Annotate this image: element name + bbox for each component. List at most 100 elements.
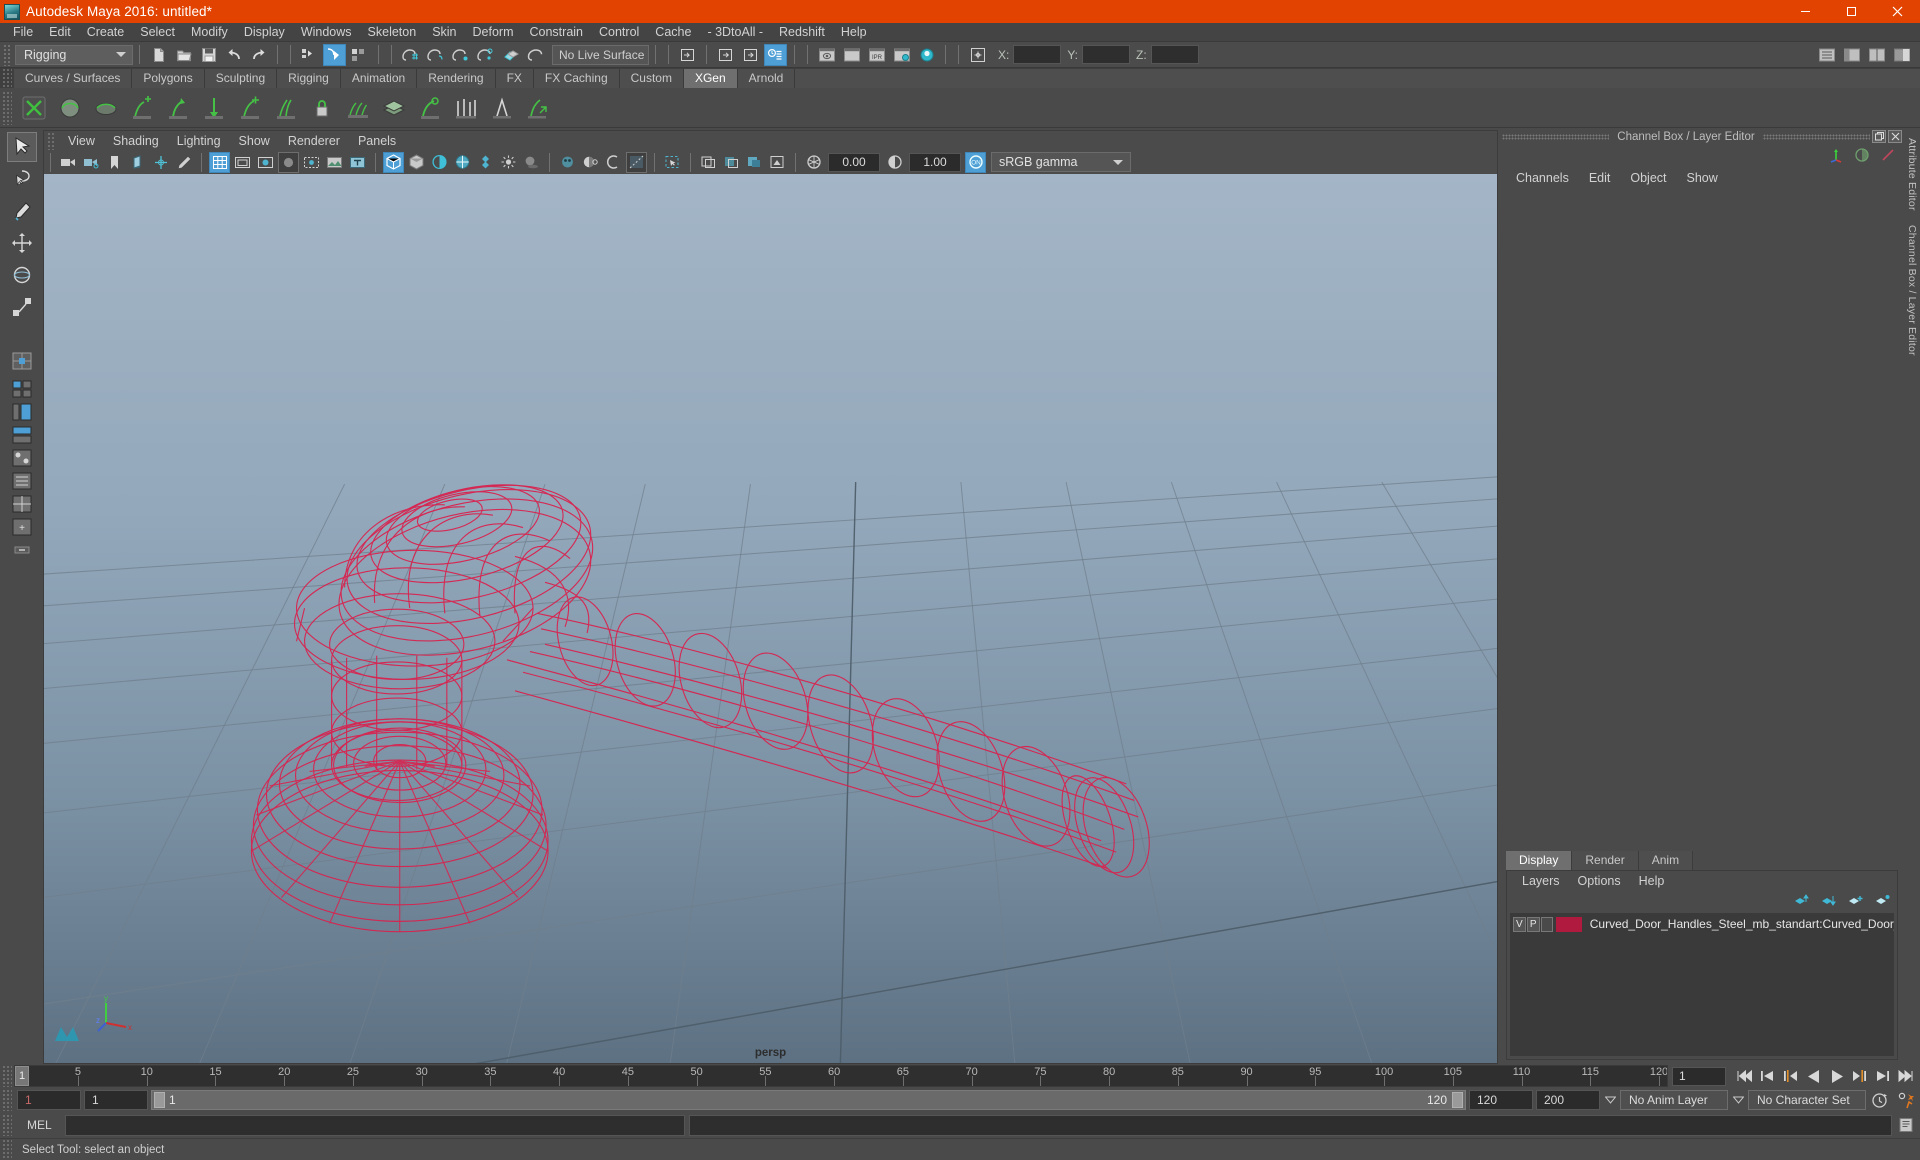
outliner-layout-icon[interactable] [9, 470, 35, 492]
minimize-icon[interactable] [1782, 0, 1828, 23]
channel-menu-edit[interactable]: Edit [1579, 171, 1621, 185]
viewport-menu-show[interactable]: Show [230, 131, 279, 151]
snap-to-point-icon[interactable] [449, 44, 472, 66]
menu-item-cache[interactable]: Cache [647, 23, 699, 42]
xgen-patches-icon[interactable] [377, 91, 411, 125]
snap-to-projected-center-icon[interactable] [474, 44, 497, 66]
persp-outliner-layout-icon[interactable] [9, 401, 35, 423]
xgen-sphere-preset-icon[interactable] [53, 91, 87, 125]
layer-menu-options[interactable]: Options [1569, 874, 1630, 888]
rotate-tool-icon[interactable] [7, 260, 37, 290]
menu-item-help[interactable]: Help [833, 23, 875, 42]
open-scene-icon[interactable] [172, 44, 195, 66]
menu-item-control[interactable]: Control [591, 23, 647, 42]
shelf-tab-fx-caching[interactable]: FX Caching [533, 69, 620, 88]
layer-tab-render[interactable]: Render [1572, 851, 1639, 870]
xray-joints-mode-icon[interactable] [744, 152, 765, 173]
channel-menu-object[interactable]: Object [1620, 171, 1676, 185]
new-layer-from-selected-icon[interactable] [1875, 893, 1891, 910]
layer-visibility-toggle[interactable]: V [1513, 916, 1526, 932]
ipr-render-icon[interactable]: IPR [865, 44, 888, 66]
shelf-tab-rendering[interactable]: Rendering [417, 69, 496, 88]
two-d-pan-zoom-icon[interactable] [150, 152, 171, 173]
character-set-field[interactable]: No Character Set [1748, 1090, 1866, 1110]
maximize-icon[interactable] [1828, 0, 1874, 23]
attribute-panel-icon[interactable] [1890, 44, 1913, 66]
layer-name[interactable]: Curved_Door_Handles_Steel_mb_standart:Cu… [1590, 917, 1894, 931]
color-management-selector[interactable]: sRGB gamma [991, 152, 1131, 172]
play-backwards-icon[interactable] [1803, 1066, 1824, 1086]
exposure-value-field[interactable]: 0.00 [828, 152, 880, 172]
y-axis-input[interactable] [1082, 45, 1131, 64]
shaded-wireframe-icon[interactable] [452, 152, 473, 173]
persp-viewport[interactable]: y x z persp [43, 174, 1498, 1064]
make-live-icon[interactable] [524, 44, 547, 66]
xgen-lock-icon[interactable] [305, 91, 339, 125]
resolution-gate-icon[interactable] [255, 152, 276, 173]
drag-grip-icon[interactable] [2, 1089, 12, 1111]
xgen-interactive-groom-icon[interactable] [413, 91, 447, 125]
redo-icon[interactable] [247, 44, 270, 66]
close-panel-icon[interactable] [1888, 130, 1903, 143]
move-layer-down-icon[interactable] [1821, 893, 1837, 910]
smooth-shade-selected-icon[interactable] [429, 152, 450, 173]
move-tool-icon[interactable] [7, 228, 37, 258]
xgen-split-hair-icon[interactable] [485, 91, 519, 125]
move-manipulator-icon[interactable] [1828, 147, 1844, 166]
texture-toggle-icon[interactable] [475, 152, 496, 173]
layer-type-toggle[interactable] [1540, 916, 1554, 932]
move-layer-up-icon[interactable] [1794, 893, 1810, 910]
single-perspective-view-icon[interactable] [7, 346, 37, 376]
show-hide-channel-box-icon[interactable] [764, 43, 787, 66]
layer-color-swatch[interactable] [1556, 916, 1582, 932]
time-cursor[interactable]: 1 [15, 1066, 29, 1086]
red-stroke-icon[interactable] [1880, 147, 1896, 166]
menu-item-display[interactable]: Display [236, 23, 293, 42]
show-hide-tool-settings-icon[interactable] [739, 44, 762, 66]
render-settings-icon[interactable] [890, 44, 913, 66]
anim-layer-dropdown-icon[interactable] [1603, 1090, 1617, 1110]
snap-to-curve-icon[interactable] [424, 44, 447, 66]
shelf-tab-xgen[interactable]: XGen [683, 69, 738, 88]
drag-grip-icon[interactable] [2, 1114, 12, 1136]
close-icon[interactable] [1874, 0, 1920, 23]
bookmark-icon[interactable] [104, 152, 125, 173]
menu-set-selector[interactable]: Rigging [15, 44, 133, 65]
drag-grip-icon[interactable] [2, 90, 12, 125]
xray-joints-icon[interactable] [301, 152, 322, 173]
film-gate-icon[interactable] [232, 152, 253, 173]
shelf-tab-rigging[interactable]: Rigging [277, 69, 341, 88]
grid-toggle-icon[interactable] [209, 151, 230, 173]
drag-grip-icon[interactable] [2, 1138, 12, 1160]
snap-to-grid-icon[interactable] [399, 44, 422, 66]
viewport-menu-panels[interactable]: Panels [349, 131, 405, 151]
undock-panel-icon[interactable] [1872, 130, 1887, 143]
x-axis-input[interactable] [1013, 45, 1062, 64]
isolate-select-icon[interactable] [662, 152, 683, 173]
current-frame-field[interactable]: 1 [1672, 1066, 1726, 1086]
color-management-toggle-icon[interactable]: ON [965, 151, 986, 173]
shelf-tab-fx[interactable]: FX [495, 69, 534, 88]
layer-tab-anim[interactable]: Anim [1638, 851, 1694, 870]
range-end-handle[interactable] [1452, 1092, 1463, 1108]
channel-menu-show[interactable]: Show [1677, 171, 1728, 185]
new-layer-icon[interactable] [1848, 893, 1864, 910]
uv-editor-layout-icon[interactable] [9, 493, 35, 515]
xray-active-components-icon[interactable] [721, 152, 742, 173]
show-hide-attribute-editor-icon[interactable] [714, 44, 737, 66]
playback-end-field[interactable]: 200 [1536, 1090, 1600, 1110]
step-forward-frame-icon[interactable] [1849, 1066, 1870, 1086]
auto-keyframe-toggle-icon[interactable] [1869, 1090, 1889, 1110]
show-hide-editors-icon[interactable] [676, 44, 699, 66]
anim-start-field[interactable]: 1 [17, 1090, 81, 1110]
xray-mode-icon[interactable] [698, 152, 719, 173]
layer-playback-toggle[interactable]: P [1526, 916, 1540, 932]
step-back-frame-icon[interactable] [1780, 1066, 1801, 1086]
time-slider-track[interactable]: 1 5 10 15 20 25 30 35 40 45 50 55 60 65 70 75 80 85 90 95 1… [14, 1065, 1668, 1087]
scale-tool-icon[interactable] [7, 292, 37, 322]
paint-select-tool-icon[interactable] [7, 196, 37, 226]
persp-graph-layout-icon[interactable] [9, 424, 35, 446]
step-back-keyframe-icon[interactable] [1757, 1066, 1778, 1086]
lasso-tool-icon[interactable] [7, 164, 37, 194]
render-view-icon[interactable] [815, 44, 838, 66]
